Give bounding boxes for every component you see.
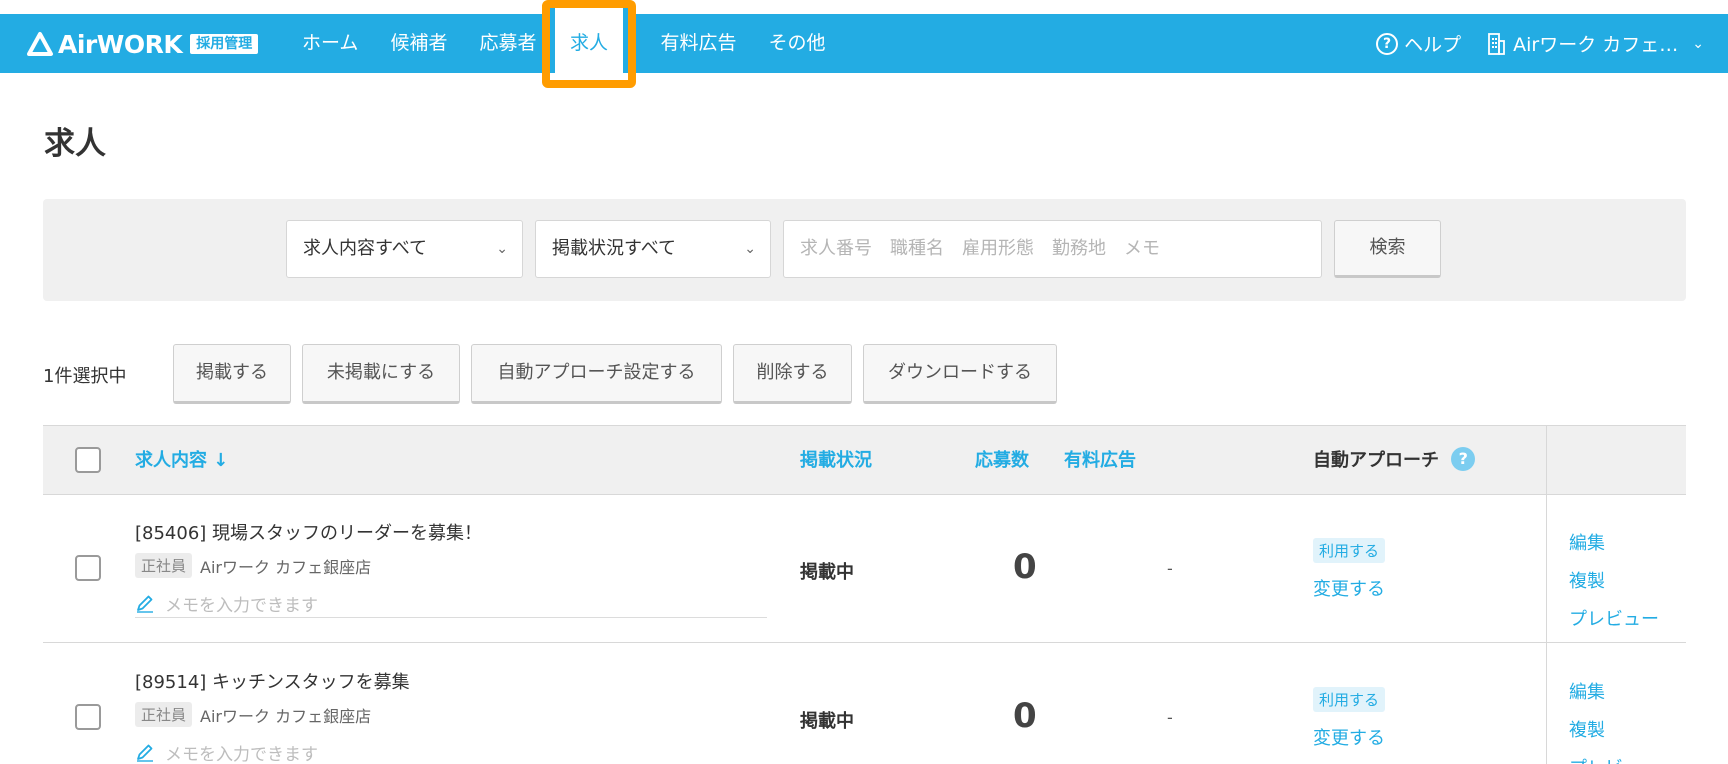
job-title[interactable]: [89514] キッチンスタッフを募集 bbox=[135, 668, 410, 694]
logo-badge: 採用管理 bbox=[190, 34, 259, 54]
chevron-down-icon: ⌄ bbox=[496, 241, 508, 257]
help-label: ヘルプ bbox=[1404, 34, 1462, 56]
search-button[interactable]: 検索 bbox=[1334, 220, 1441, 278]
header-content-label: 求人内容 bbox=[135, 450, 207, 471]
memo-input[interactable]: メモを入力できます bbox=[135, 738, 767, 764]
nav-home[interactable]: ホーム bbox=[286, 14, 374, 73]
applicant-count[interactable]: 0 bbox=[1013, 696, 1037, 736]
auto-approach-badge: 利用する bbox=[1313, 687, 1386, 712]
store-name: Airワーク カフェ銀座店 bbox=[200, 557, 372, 577]
auto-approach-badge: 利用する bbox=[1313, 538, 1386, 563]
content-filter-select[interactable]: 求人内容すべて ⌄ bbox=[286, 220, 523, 278]
header-right: ? ヘルプ Airワーク カフェ… ⌄ bbox=[1376, 14, 1704, 73]
header-status[interactable]: 掲載状況 bbox=[800, 426, 872, 496]
nav-jobs[interactable]: 求人 bbox=[555, 14, 623, 73]
nav-applicants[interactable]: 応募者 bbox=[463, 14, 552, 73]
job-meta: 正社員 Airワーク カフェ銀座店 bbox=[135, 553, 371, 578]
publish-status: 掲載中 bbox=[800, 711, 854, 732]
question-circle-icon: ? bbox=[1376, 32, 1399, 55]
table-header: 求人内容 ↓ 掲載状況 応募数 有料広告 自動アプローチ ? bbox=[43, 425, 1686, 495]
memo-placeholder: メモを入力できます bbox=[165, 595, 318, 616]
header-content[interactable]: 求人内容 ↓ bbox=[135, 426, 228, 496]
arrow-down-icon: ↓ bbox=[213, 450, 229, 471]
memo-input[interactable]: メモを入力できます bbox=[135, 589, 767, 618]
employment-type-badge: 正社員 bbox=[135, 702, 193, 727]
auto-approach-setting-button[interactable]: 自動アプローチ設定する bbox=[471, 344, 722, 404]
download-button[interactable]: ダウンロードする bbox=[863, 344, 1057, 404]
question-help-icon[interactable]: ? bbox=[1451, 447, 1476, 471]
publish-button[interactable]: 掲載する bbox=[173, 344, 291, 404]
paid-ad-value: - bbox=[1167, 559, 1173, 578]
chevron-down-icon: ⌄ bbox=[1692, 35, 1704, 52]
pencil-icon bbox=[137, 595, 153, 613]
publish-status: 掲載中 bbox=[800, 562, 854, 583]
edit-link[interactable]: 編集 bbox=[1569, 529, 1605, 555]
unpublish-button[interactable]: 未掲載にする bbox=[302, 344, 460, 404]
chevron-down-icon: ⌄ bbox=[744, 241, 756, 257]
pencil-icon bbox=[137, 744, 153, 762]
paid-ad-value: - bbox=[1167, 708, 1173, 727]
airwork-logo[interactable]: AirWORK 採用管理 bbox=[26, 29, 259, 59]
store-selector[interactable]: Airワーク カフェ… ⌄ bbox=[1487, 30, 1704, 57]
search-input[interactable]: 求人番号 職種名 雇用形態 勤務地 メモ bbox=[783, 220, 1322, 278]
memo-placeholder: メモを入力できます bbox=[165, 744, 318, 764]
applicant-count[interactable]: 0 bbox=[1013, 547, 1037, 587]
duplicate-link[interactable]: 複製 bbox=[1569, 716, 1605, 742]
selected-count: 1件選択中 bbox=[43, 366, 127, 387]
delete-button[interactable]: 削除する bbox=[733, 344, 852, 404]
edit-link[interactable]: 編集 bbox=[1569, 678, 1605, 704]
preview-link[interactable]: プレビュー bbox=[1569, 605, 1659, 631]
store-name: Airワーク カフェ銀座店 bbox=[200, 706, 372, 726]
table-row: [89514] キッチンスタッフを募集 正社員 Airワーク カフェ銀座店 メモ… bbox=[43, 644, 1686, 764]
job-title[interactable]: [85406] 現場スタッフのリーダーを募集！ bbox=[135, 519, 482, 545]
status-filter-value: 掲載状況すべて bbox=[552, 238, 677, 259]
logo-text: AirWORK bbox=[58, 29, 183, 59]
content-filter-value: 求人内容すべて bbox=[303, 238, 428, 259]
job-meta: 正社員 Airワーク カフェ銀座店 bbox=[135, 702, 371, 727]
search-panel: 求人内容すべて ⌄ 掲載状況すべて ⌄ 求人番号 職種名 雇用形態 勤務地 メモ… bbox=[43, 199, 1686, 301]
row-checkbox[interactable] bbox=[75, 704, 101, 730]
auto-approach-change-link[interactable]: 変更する bbox=[1313, 575, 1385, 601]
top-navigation-bar: AirWORK 採用管理 ホーム 候補者 応募者 有料広告 その他 ? ヘルプ … bbox=[0, 14, 1728, 73]
nav-candidates[interactable]: 候補者 bbox=[374, 14, 463, 73]
page-title: 求人 bbox=[44, 126, 106, 162]
header-applicants[interactable]: 応募数 bbox=[975, 426, 1029, 496]
auto-approach-change-link[interactable]: 変更する bbox=[1313, 724, 1385, 750]
help-link[interactable]: ? ヘルプ bbox=[1376, 30, 1461, 57]
logo-triangle-icon bbox=[27, 32, 53, 56]
row-checkbox[interactable] bbox=[75, 555, 101, 581]
duplicate-link[interactable]: 複製 bbox=[1569, 567, 1605, 593]
store-label: Airワーク カフェ… bbox=[1513, 34, 1679, 56]
nav-paid-ads[interactable]: 有料広告 bbox=[644, 14, 752, 73]
table-row: [85406] 現場スタッフのリーダーを募集！ 正社員 Airワーク カフェ銀座… bbox=[43, 495, 1686, 643]
select-all-checkbox[interactable] bbox=[75, 447, 101, 473]
nav-other[interactable]: その他 bbox=[752, 14, 841, 73]
header-paid-ads[interactable]: 有料広告 bbox=[1064, 426, 1136, 496]
status-filter-select[interactable]: 掲載状況すべて ⌄ bbox=[535, 220, 771, 278]
header-auto-approach: 自動アプローチ ? bbox=[1313, 426, 1476, 496]
preview-link[interactable]: プレビュー bbox=[1569, 754, 1659, 764]
header-auto-approach-label: 自動アプローチ bbox=[1313, 450, 1439, 471]
employment-type-badge: 正社員 bbox=[135, 553, 193, 578]
building-icon bbox=[1488, 32, 1506, 55]
